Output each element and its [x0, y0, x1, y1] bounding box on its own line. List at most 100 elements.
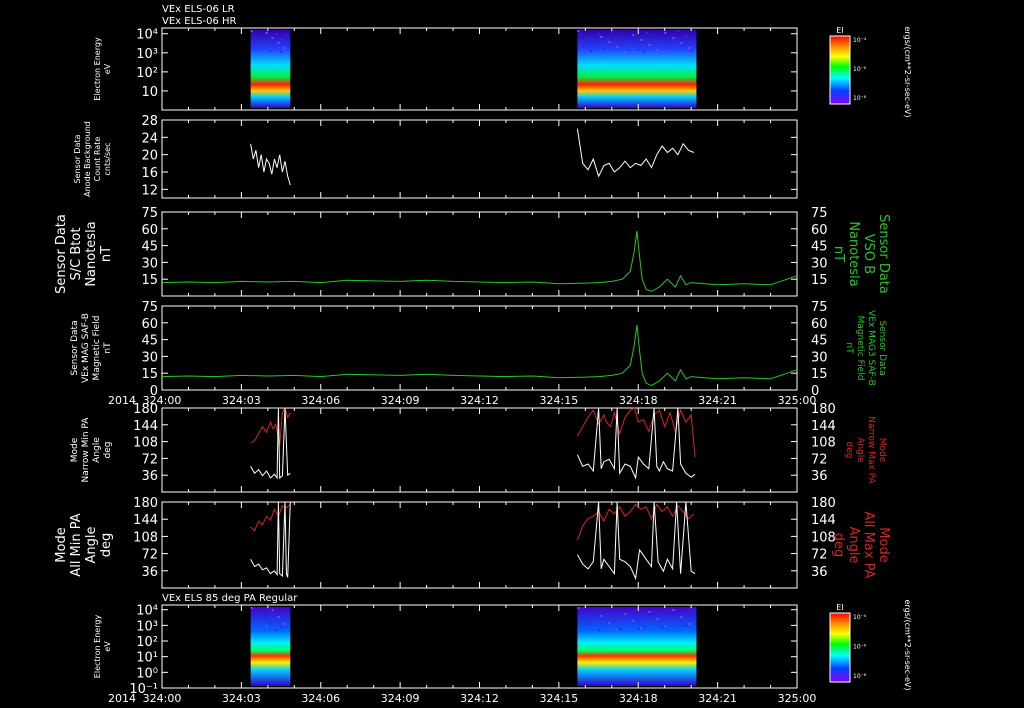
p7-heat-speck: [616, 629, 619, 631]
p2-ylabel-line: Count Rate: [93, 137, 102, 182]
p7-heat-speck: [672, 609, 675, 611]
p7-ylabel-line: eV: [103, 641, 112, 652]
p3-ylabel-right-line: Sensor Data: [876, 214, 891, 294]
p7-heat-speck: [277, 616, 280, 618]
p5-ylabel-right-line: deg: [844, 442, 854, 459]
p2-ylabel-line: Sensor Data: [73, 134, 82, 183]
p1-heat-speck: [677, 30, 680, 32]
p7-heat-speck: [624, 613, 627, 615]
p1-heat-speck: [661, 42, 664, 44]
p7-colorbar-unit: ergs/(cm**2-sr-sec-eV): [903, 599, 912, 690]
p7-heat-speck: [273, 619, 276, 621]
p1-colorbar-unit: ergs/(cm**2-sr-sec-eV): [903, 26, 912, 117]
p1-heat-speck: [277, 42, 280, 44]
p1-heat-speck: [598, 33, 601, 35]
p6-ylabel-line: Mode: [54, 527, 69, 562]
p7-heat-segment: [250, 607, 291, 686]
p1-heat-speck: [577, 30, 580, 32]
p5-ylabel-right-line: Angle: [855, 437, 865, 463]
p1-heat-speck: [283, 47, 286, 49]
time-axis-tick-label: 324:00: [143, 692, 182, 705]
p1-heat-speck: [637, 49, 640, 51]
p6-ylabel-right-line: Mode: [876, 527, 891, 562]
p3-ylabel-right-line: Nanotesla: [846, 221, 861, 286]
p7-heat-speck: [619, 628, 622, 630]
title-lr: VEx ELS-06 LR: [162, 4, 235, 15]
p1-heat-speck: [653, 37, 656, 39]
p3-ylabel-line: S/C Btot: [69, 228, 84, 281]
p7-heat-speck: [648, 611, 651, 613]
p7-colorbar-tick: 10⁻⁸: [853, 673, 867, 680]
time-axis-tick-label: 324:06: [301, 692, 340, 705]
time-axis-tick-label: 324:06: [301, 394, 340, 407]
p1-heat-speck: [267, 41, 270, 43]
p4-ylabel-right-line: Magnetic Field: [855, 316, 865, 381]
p7-heat-speck: [645, 612, 648, 614]
p5-ytick-label: 144: [133, 419, 158, 434]
p6-ylabel-right-line: Angle: [846, 527, 861, 564]
p3-ytick-label: 60: [141, 223, 158, 238]
p7-ytick-label: 10²: [136, 635, 158, 650]
p6-ylabel-line: deg: [99, 533, 114, 558]
p4-ylabel-line: Magnetic Field: [92, 316, 102, 381]
p4-ylabel-line: nT: [103, 342, 113, 354]
p7-heat-speck: [590, 622, 593, 624]
p1-heat-speck: [595, 43, 598, 45]
time-axis-tick-label: 324:03: [222, 692, 261, 705]
p3-ytick-label: 45: [141, 240, 158, 255]
time-axis-tick-label: 324:12: [460, 692, 499, 705]
p1-heat-segment: [250, 30, 291, 108]
p1-heat-speck: [265, 32, 268, 34]
p6-ytick-label: 36: [141, 565, 158, 580]
p1-heat-speck: [590, 50, 593, 52]
p6-ytick-label-right: 144: [811, 513, 836, 528]
p7-heat-speck: [285, 610, 288, 612]
p1-heat-speck: [619, 36, 622, 38]
p6-ylabel-right-line: deg: [831, 533, 846, 558]
p7-ytick-label: 10⁴: [136, 604, 158, 619]
p1-colorbar: [829, 35, 851, 105]
p5-ylabel-line: Narrow Min PA: [81, 417, 91, 483]
p7-heat-speck: [281, 613, 284, 615]
p4-ylabel-line: Sensor Data: [70, 320, 80, 375]
p3-ytick-label-right: 45: [811, 240, 828, 255]
time-axis-year: 2014: [108, 394, 136, 407]
p1-heat-speck: [664, 32, 667, 34]
p3-ytick-label-right: 60: [811, 223, 828, 238]
time-axis-tick-label: 324:09: [381, 394, 420, 407]
p1-ytick-label: 10: [141, 85, 158, 100]
p2-ylabel-line: Anode Background: [83, 121, 92, 197]
p7-heat-speck: [656, 618, 659, 620]
p3-ytick-label-right: 15: [811, 273, 828, 288]
time-axis-tick-label: 324:18: [619, 394, 658, 407]
time-axis-year: 2014: [108, 692, 136, 705]
p7-heat-speck: [279, 626, 282, 628]
p4-ytick-label-right: 45: [811, 334, 828, 349]
p7-heat-speck: [582, 615, 585, 617]
p1-heat-speck: [273, 46, 276, 48]
p6-ylabel-line: All Min PA: [69, 513, 84, 576]
p4-ytick-label: 15: [141, 367, 158, 382]
p4-ylabel-right-line: nT: [844, 342, 854, 354]
p5-ytick-label-right: 72: [811, 452, 828, 467]
p7-heat-speck: [682, 625, 685, 627]
p7-heat-speck: [275, 629, 278, 631]
p3-ytick-label: 15: [141, 273, 158, 288]
p5-ylabel-right-line: Narrow Max PA: [866, 416, 876, 484]
p4-ytick-label: 30: [141, 350, 158, 365]
p7-heat-speck: [603, 614, 606, 616]
time-axis-tick-label: 324:15: [540, 692, 579, 705]
p6-ytick-label: 72: [141, 548, 158, 563]
time-axis-tick-label: 324:15: [540, 394, 579, 407]
p7-heat-speck: [677, 617, 680, 619]
p4-ytick-label: 75: [141, 300, 158, 315]
p4-ylabel-right-line: Sensor Data: [877, 320, 887, 375]
p5-ylabel-line: Mode: [70, 437, 80, 462]
p1-heat-speck: [250, 30, 253, 32]
p1-heat-speck: [624, 51, 627, 53]
p7-heat-speck: [632, 620, 635, 622]
p3-ylabel-line: Nanotesla: [84, 221, 99, 286]
p7-colorbar-tick: 10⁻⁶: [853, 644, 867, 651]
p1-heat-speck: [693, 40, 696, 42]
p7-heat-speck: [664, 625, 667, 627]
